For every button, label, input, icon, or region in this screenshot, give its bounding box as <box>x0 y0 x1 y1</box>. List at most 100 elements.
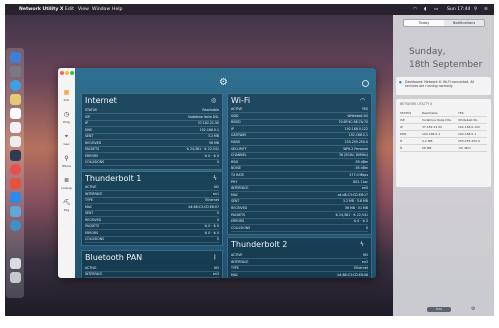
table-row: ACTIVE NO <box>231 253 368 259</box>
row-key: SENT <box>231 199 240 204</box>
minimize-window-button[interactable] <box>65 71 69 75</box>
close-window-button[interactable] <box>60 71 64 75</box>
row-key: ⇅ <box>400 139 403 143</box>
row-value: 577.0 Mbps <box>349 173 368 177</box>
menu-view[interactable]: View <box>78 7 89 12</box>
table-row: MASK 255.255.255.0 <box>231 140 368 146</box>
app-store-icon[interactable] <box>10 192 21 203</box>
row-value: 70:8F:9C:98:7A:70 <box>338 120 368 125</box>
row-key: ACTIVE <box>231 253 243 257</box>
tab-today[interactable]: Today <box>404 20 444 26</box>
safari-icon[interactable] <box>10 80 21 91</box>
menu-help[interactable]: Help <box>112 7 122 12</box>
menu-window[interactable]: Window <box>92 7 110 12</box>
sidebar-item-lookup[interactable]: ≣ Lookup <box>58 174 75 196</box>
row-key: COLLISIONS <box>85 160 105 164</box>
table-row: BSSID 70:8F:9C:98:7A:70 <box>231 120 368 127</box>
trash-icon[interactable] <box>10 272 21 283</box>
network-utility-x-icon[interactable] <box>10 220 21 231</box>
menu-edit[interactable]: Edit <box>65 7 74 12</box>
clock[interactable]: Sun 17:44 <box>447 7 470 12</box>
battery-icon[interactable]: ▭ <box>434 7 438 12</box>
table-row: TYPE Ethernet <box>85 198 219 204</box>
contacts-icon[interactable] <box>10 136 21 147</box>
table-row: ACTIVE NO <box>85 185 219 191</box>
thunderbolt-icon: ϟ <box>360 241 364 248</box>
app-menu[interactable]: Network Utility X <box>19 7 63 12</box>
nc-tabs: Today Notifications <box>403 19 485 27</box>
table-row: ERRORS ⇅ 0 · ⇅ 0 <box>85 154 219 160</box>
nc-edit-button[interactable]: Edit <box>427 307 451 312</box>
sidebar-item-whois[interactable]: ⚲ Whois <box>58 152 75 174</box>
row-key: ISP <box>85 114 90 119</box>
terminal-icon[interactable] <box>10 150 21 161</box>
row-key: RECEIVED <box>85 140 102 145</box>
row-key: INTERFACE <box>85 191 103 196</box>
finder-icon[interactable] <box>10 52 21 63</box>
row-value: 255.255.255.0 <box>344 140 368 144</box>
ping-icon: ◷ <box>63 111 70 118</box>
calendar-icon[interactable] <box>10 108 21 119</box>
notification-center-icon[interactable]: ≡ <box>484 7 488 12</box>
nc-alert-card[interactable]: ● Dashboard: Network X: Wi-Fi connected.… <box>396 77 491 95</box>
close-icon[interactable] <box>362 80 369 87</box>
sidebar-item-ping[interactable]: ◷ Ping <box>58 108 75 130</box>
row-value: 192.168.0.1 <box>199 127 219 132</box>
mail-icon[interactable] <box>10 206 21 217</box>
itunes-icon[interactable] <box>10 178 21 189</box>
table-row: MAC b4:88:C3:CD:E8:07 <box>85 205 219 211</box>
table-row: STATUS Reachable YES <box>400 111 487 117</box>
row-value: 56 MB · 51 MB <box>344 206 368 210</box>
row-key: RSSI <box>231 159 239 164</box>
row-value: 0 <box>216 217 219 222</box>
textedit-icon[interactable] <box>10 122 21 133</box>
tab-notifications[interactable]: Notifications <box>444 20 484 26</box>
table-row: PACKETS ⇅ 0 · ⇅ 0 <box>85 224 219 230</box>
network-utility-window: ▦ Info ◷ Ping ⌖ Geo ⚲ Whois ≣ Lookup ⛏ D… <box>58 68 376 278</box>
row-key: SECURITY <box>231 146 247 151</box>
panel-thunderbolt-1: Thunderbolt 1 ϟ ACTIVE NO INTERFACE en1 TYPE… <box>81 171 223 246</box>
sidebar-item-geo[interactable]: ⌖ Geo <box>58 130 75 152</box>
gear-icon[interactable]: ⚙ <box>471 306 475 312</box>
table-row: GATEWAY 192.168.0.1 <box>231 133 368 140</box>
row-value: b4:88:C3:CD:E8:08 <box>337 272 368 277</box>
globe-icon: ◎ <box>211 97 217 104</box>
zoom-window-button[interactable] <box>70 71 74 75</box>
row-value: en3 <box>212 272 219 276</box>
gear-icon[interactable]: ⚙ <box>219 77 228 88</box>
row-value: 0 <box>216 160 219 164</box>
table-row: RECEIVED 56 MB <box>85 141 219 147</box>
row-value: NO <box>363 253 368 257</box>
row-value: 37.182.21.50 <box>197 121 219 125</box>
row-key: PACKETS <box>85 147 100 151</box>
launchpad-icon[interactable] <box>10 66 21 77</box>
table-row: ACTIVE YES <box>231 107 368 113</box>
row-key: MAC <box>231 272 239 277</box>
row-value: 192.168.0.122 <box>458 125 480 129</box>
main-content: ⚙ Internet ◎ STATUS Reachable ISP Vodafone … <box>75 68 376 278</box>
table-row: IP 192.168.0.122 <box>231 127 368 133</box>
sidebar-item-info[interactable]: ▦ Info <box>58 86 75 108</box>
notes-icon[interactable] <box>10 94 21 105</box>
sidebar-item-dig[interactable]: ⛏ Dig <box>58 196 75 218</box>
sidebar-item-label: Info <box>63 98 70 102</box>
volume-icon[interactable]: ◖ <box>424 7 426 12</box>
photos-icon[interactable] <box>10 164 21 175</box>
row-value: 802.11ac <box>353 179 368 184</box>
row-key: TYPE <box>85 198 93 202</box>
row-value: 255.255.255.0 <box>458 139 480 143</box>
wifi-status-icon[interactable]: ◠ <box>413 7 417 12</box>
wifi-icon: ◠ <box>360 97 366 104</box>
row-value: Ethernet <box>354 266 368 270</box>
row-value: NO <box>214 185 219 189</box>
table-row: ISP Vodafone Italia DSL Whiteball-5G <box>400 118 487 124</box>
table-row: SENT 3.2 MB <box>85 134 219 140</box>
sidebar-item-label: Geo <box>63 142 70 146</box>
row-value: 192.168.0.1 <box>348 133 368 138</box>
row-key: IP <box>400 125 403 129</box>
row-value: 37.182.21.50 <box>422 125 443 129</box>
downloads-icon[interactable] <box>10 258 21 269</box>
table-row: CHANNEL 36 (5GHz, 80MHz) <box>231 153 368 160</box>
search-icon[interactable]: ⚲ <box>474 7 477 12</box>
row-key: ACTIVE <box>231 107 243 111</box>
